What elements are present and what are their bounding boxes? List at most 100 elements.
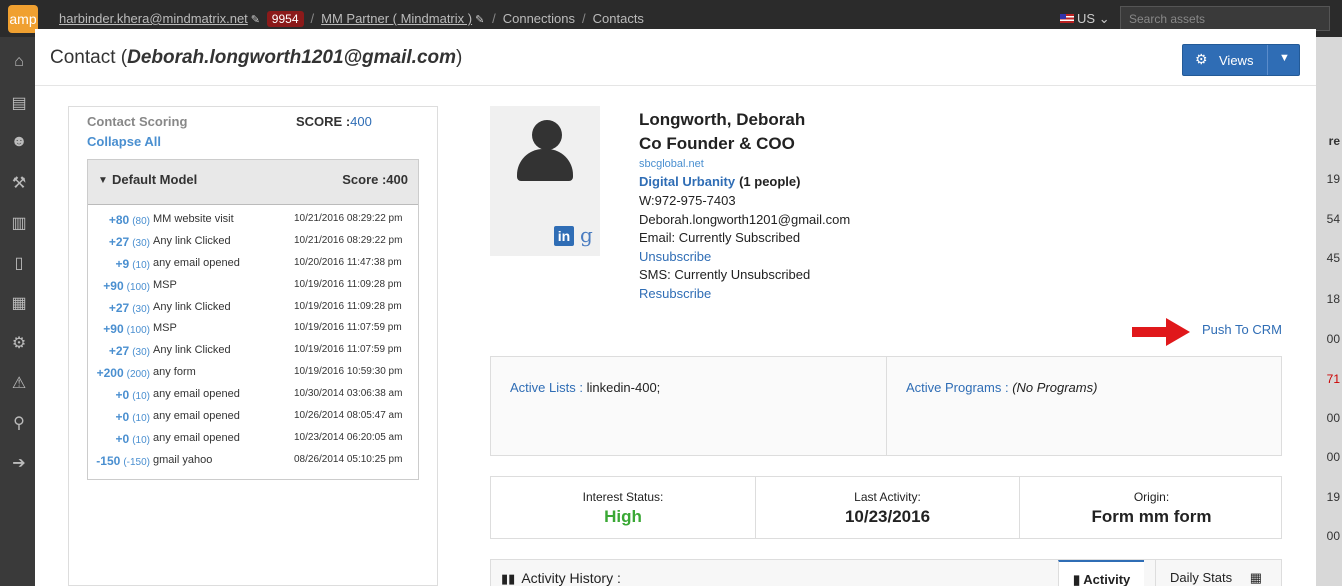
gears-icon[interactable]: ⚙	[10, 333, 28, 352]
origin-value: Form mm form	[1091, 507, 1212, 526]
gears-icon: ⚙	[1195, 51, 1208, 67]
score-points: +200 (200)	[97, 366, 150, 380]
score-points: -150 (-150)	[96, 454, 150, 468]
score-row: +80 (80) MM website visit 10/21/2016 08:29:…	[88, 209, 418, 231]
book-icon[interactable]: ▥	[10, 213, 28, 232]
scoring-title: Contact Scoring	[87, 114, 188, 129]
collapse-all-link[interactable]: Collapse All	[87, 134, 161, 149]
score-row: +27 (30) Any link Clicked 10/21/2016 08:29:…	[88, 231, 418, 253]
score-row: +90 (100) MSP 10/19/2016 11:07:59 pm	[88, 318, 418, 340]
chevron-down-icon[interactable]: ▼	[1279, 52, 1290, 64]
contact-stats: Interest Status: High Last Activity: 10/…	[490, 476, 1282, 539]
score-row: +0 (10) any email opened 10/30/2014 03:06:3…	[88, 384, 418, 406]
contact-modal: Contact (Deborah.longworth1201@gmail.com…	[35, 29, 1316, 586]
contact-info: Longworth, Deborah Co Founder & COO sbcg…	[639, 108, 1039, 303]
search-icon[interactable]: ⚲	[10, 413, 28, 432]
interest-status-value: High	[604, 507, 642, 526]
left-sidebar: ⌂ ▤ ☻ ⚒ ▥ ▯ ▦ ⚙ ⚠ ⚲ ➔	[0, 37, 36, 586]
score-activity: any form	[153, 366, 196, 379]
score-date: 08/26/2014 05:10:25 pm	[294, 453, 403, 465]
activity-history-label: Activity History :	[521, 570, 621, 586]
linkedin-icon[interactable]: in	[554, 226, 574, 246]
tab-activity[interactable]: ▮ Activity	[1058, 560, 1145, 586]
app-logo[interactable]: amp	[8, 5, 38, 33]
score-points: +90 (100)	[103, 322, 150, 336]
points-base: (100)	[126, 325, 150, 337]
score-activity: MSP	[153, 278, 177, 291]
partner-link[interactable]: MM Partner ( Mindmatrix )	[321, 11, 472, 26]
search-input[interactable]: Search assets	[1120, 6, 1330, 31]
google-icon[interactable]: g	[580, 223, 593, 247]
contact-avatar: in g	[490, 106, 600, 256]
points-base: (30)	[132, 237, 150, 249]
users-icon[interactable]: ☻	[10, 133, 28, 151]
score-row: +27 (30) Any link Clicked 10/19/2016 11:07:…	[88, 340, 418, 362]
score-row: +200 (200) any form 10/19/2016 10:59:30 pm	[88, 362, 418, 384]
cell-value: 00	[1326, 332, 1340, 346]
active-lists-cell: Active Lists : linkedin-400;	[491, 357, 887, 455]
score-rows: +80 (80) MM website visit 10/21/2016 08:29:…	[88, 209, 418, 472]
pencil-icon[interactable]: ✎	[475, 13, 485, 26]
score-value: 400	[350, 114, 372, 129]
modal-header: Contact (Deborah.longworth1201@gmail.com…	[35, 29, 1316, 86]
cell-value: 00	[1326, 529, 1340, 543]
crumb-connections[interactable]: Connections	[503, 11, 575, 26]
active-programs-link[interactable]: Active Programs :	[906, 380, 1009, 395]
document-icon[interactable]: ▯	[10, 253, 28, 272]
inbox-icon[interactable]: ▤	[10, 93, 28, 112]
contact-scoring-panel: Contact Scoring SCORE :400 Collapse All …	[68, 106, 438, 586]
score-points: +80 (80)	[109, 213, 150, 227]
model-header[interactable]: ▼ Default Model Score :400	[88, 160, 418, 205]
notification-badge[interactable]: 9954	[266, 11, 304, 27]
points-value: +90	[103, 322, 124, 337]
points-base: (80)	[132, 216, 150, 227]
points-base: (10)	[132, 259, 150, 271]
points-value: +0	[115, 388, 130, 403]
points-value: +200	[96, 366, 124, 381]
user-silhouette-icon	[532, 120, 562, 150]
points-base: (10)	[132, 391, 150, 403]
score-activity: any email opened	[153, 410, 240, 423]
unsubscribe-link[interactable]: Unsubscribe	[639, 248, 1039, 267]
score-date: 10/23/2014 06:20:05 am	[294, 431, 403, 443]
user-email-link[interactable]: harbinder.khera@mindmatrix.net	[59, 11, 248, 26]
contact-domain[interactable]: sbcglobal.net	[639, 156, 1039, 172]
points-base: (30)	[132, 303, 150, 315]
cell-value: 71	[1326, 372, 1340, 386]
score-activity: gmail yahoo	[153, 453, 213, 466]
score-date: 10/19/2016 11:09:28 pm	[294, 300, 402, 312]
points-value: +90	[103, 278, 124, 293]
scoring-model: ▼ Default Model Score :400 +80 (80) MM web…	[87, 159, 419, 480]
company-line: Digital Urbanity (1 people)	[639, 172, 1039, 192]
caret-down-icon[interactable]: ▼	[98, 175, 108, 186]
points-value: +0	[115, 431, 130, 446]
active-lists-programs: Active Lists : linkedin-400; Active Prog…	[490, 356, 1282, 456]
crumb-contacts: Contacts	[592, 11, 644, 26]
arrow-right-icon[interactable]: ➔	[10, 453, 28, 472]
chart-icon[interactable]: ▦	[10, 293, 28, 312]
tab-daily-stats[interactable]: Daily Stats ▦	[1155, 560, 1283, 586]
origin: Origin: Form mm form	[1019, 477, 1283, 538]
us-flag-icon	[1060, 14, 1074, 23]
pencil-icon[interactable]: ✎	[251, 13, 261, 26]
wrench-icon[interactable]: ⚒	[10, 173, 28, 192]
work-phone: W:972-975-7403	[639, 193, 736, 208]
breadcrumb-separator: /	[492, 11, 496, 26]
company-link[interactable]: Digital Urbanity	[639, 174, 735, 189]
points-base: (10)	[132, 413, 150, 425]
resubscribe-link[interactable]: Resubscribe	[639, 285, 1039, 304]
last-activity-value: 10/23/2016	[844, 507, 931, 526]
home-icon[interactable]: ⌂	[10, 53, 28, 71]
score-points: +0 (10)	[116, 432, 150, 446]
push-to-crm-link[interactable]: Push To CRM	[1202, 322, 1282, 337]
active-lists-text: Active Lists : linkedin-400;	[510, 380, 660, 395]
active-lists-link[interactable]: Active Lists :	[510, 380, 583, 395]
score-activity: MSP	[153, 322, 177, 335]
cell-value: 19	[1326, 490, 1340, 504]
score-row: +0 (10) any email opened 10/23/2014 06:20:0…	[88, 428, 418, 450]
locale-selector[interactable]: US ⌄	[1060, 11, 1110, 27]
contact-job-title: Co Founder & COO	[639, 134, 795, 153]
views-button[interactable]: ⚙ Views ▼	[1182, 44, 1300, 76]
warning-icon[interactable]: ⚠	[10, 373, 28, 392]
model-score: Score :400	[342, 172, 408, 187]
